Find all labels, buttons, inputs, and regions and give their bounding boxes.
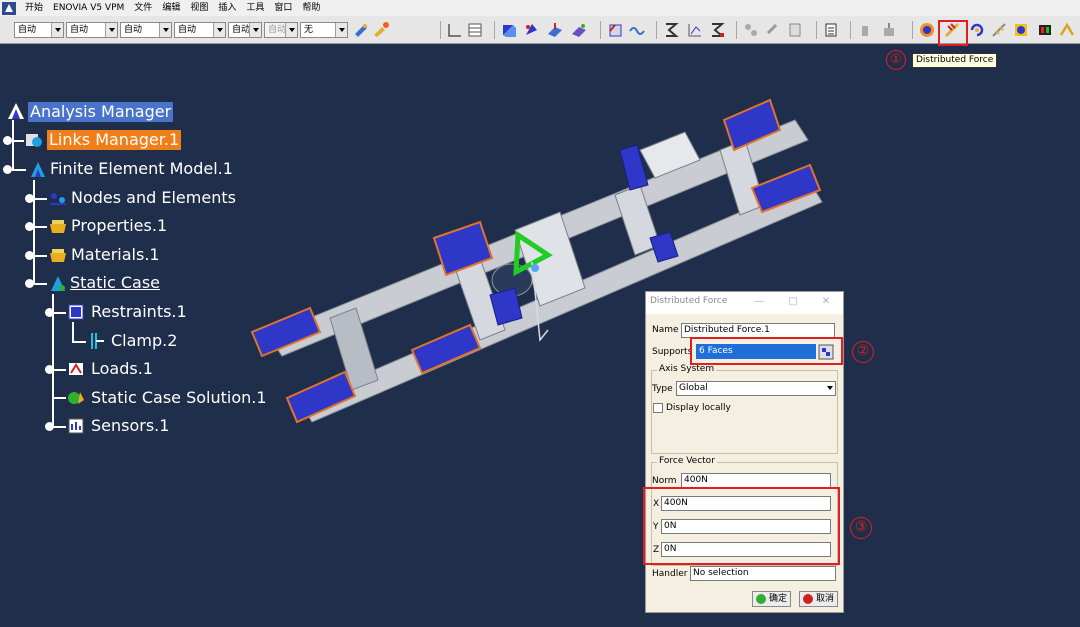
ok-button[interactable]: 确定 [752,591,792,607]
display-locally-checkbox[interactable] [653,403,663,413]
name-label: Name [652,325,679,335]
type-label: Type [652,384,673,394]
norm-field[interactable]: 400N [681,473,831,488]
cancel-button[interactable]: 取消 [799,591,839,607]
supports-label: Supports [652,347,693,357]
close-button[interactable]: ✕ [819,295,833,309]
display-locally-label: Display locally [666,403,731,413]
cancel-icon [803,594,813,604]
type-select[interactable]: Global [676,381,836,396]
supports-highlight-box [690,337,843,365]
dialog-title: Distributed Force [650,296,728,306]
name-field[interactable]: Distributed Force.1 [681,323,835,338]
3d-viewport[interactable] [0,0,1080,627]
maximize-button[interactable]: □ [786,295,800,309]
ok-icon [756,594,766,604]
callout-3: ③ [850,517,872,539]
callout-2: ② [852,341,874,363]
dialog-titlebar[interactable]: Distributed Force — □ ✕ [646,292,843,314]
norm-label: Norm [652,476,677,486]
handler-label: Handler [652,569,688,579]
minimize-button[interactable]: — [752,295,766,309]
force-vector-title: Force Vector [657,456,717,466]
type-dropdown-arrow-icon [827,386,833,390]
force-components-highlight-box [643,487,840,565]
handler-field[interactable]: No selection [690,566,836,581]
axis-system-title: Axis System [657,364,717,374]
